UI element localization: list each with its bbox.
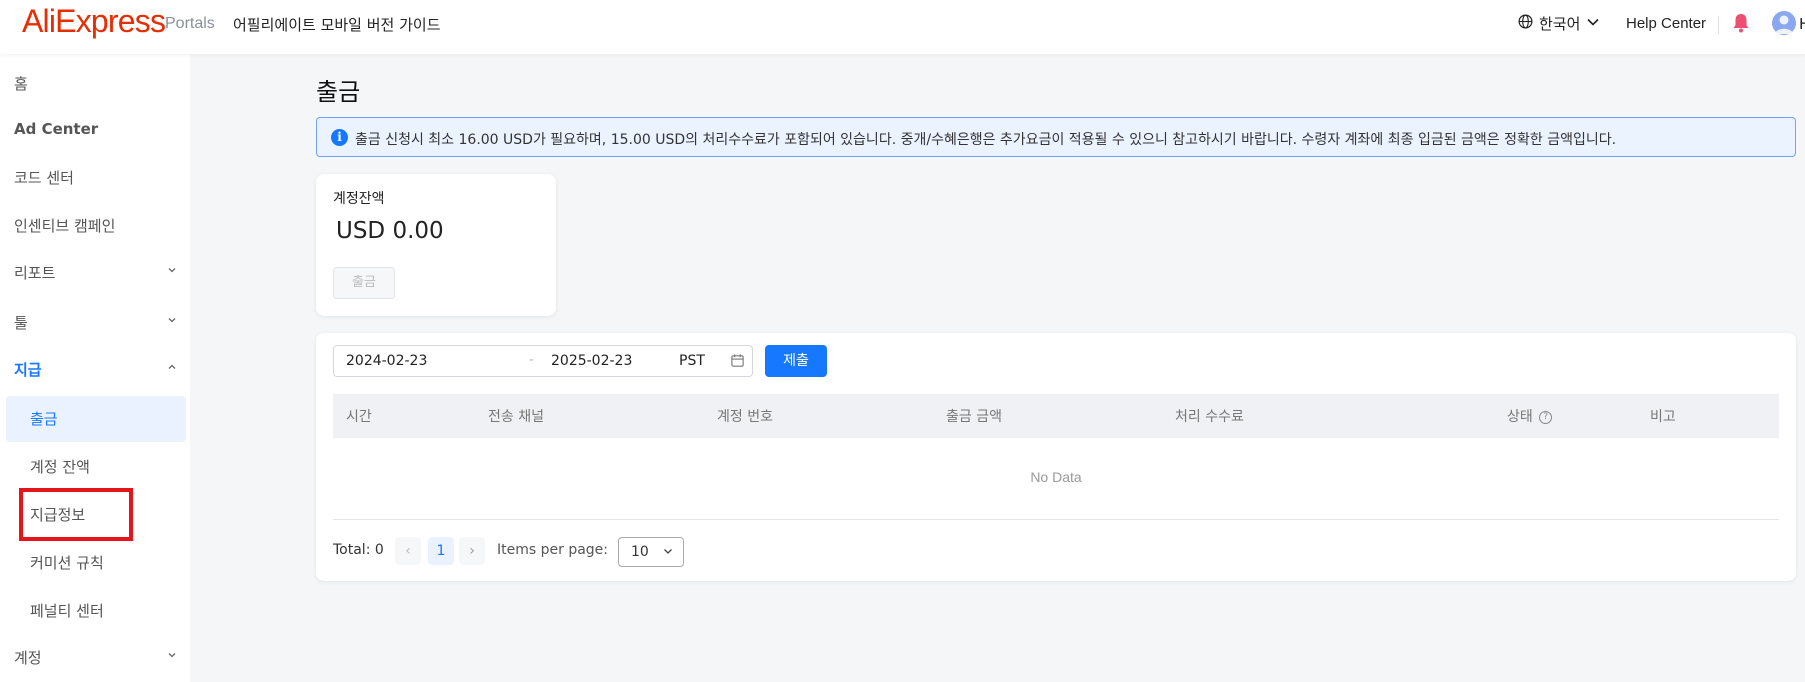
sidebar-item-label: 페널티 센터 <box>30 602 104 620</box>
column-header-status: 상태 ? <box>1507 406 1553 426</box>
sidebar-item-label: 툴 <box>14 314 28 332</box>
page-button-current[interactable]: 1 <box>428 537 454 565</box>
avatar-icon[interactable] <box>1772 11 1796 35</box>
help-center-link[interactable]: Help Center <box>1626 15 1706 32</box>
table-header: 시간 전송 채널 계정 번호 출금 금액 처리 수수료 상태 ? 비고 <box>333 394 1779 438</box>
sidebar-item-tools[interactable]: 툴 <box>0 300 186 346</box>
chevron-down-icon <box>662 545 674 561</box>
sidebar-item-label: 계정 <box>14 649 42 667</box>
highlight-box <box>19 488 133 541</box>
sidebar-item-ad-center[interactable]: Ad Center <box>0 108 186 154</box>
column-header-transfer-channel: 전송 채널 <box>488 409 544 425</box>
sidebar-item-label: 출금 <box>30 410 58 428</box>
sidebar-item-label: 코드 센터 <box>14 169 74 187</box>
balance-amount: USD 0.00 <box>336 218 444 244</box>
total-count: Total: 0 <box>333 542 384 558</box>
sidebar-item-incentive-campaign[interactable]: 인센티브 캠페인 <box>0 203 186 249</box>
sidebar-item-penalty-center[interactable]: 페널티 센터 <box>0 588 186 634</box>
start-date-input[interactable]: 2024-02-23 <box>346 353 427 369</box>
withdraw-button[interactable]: 출금 <box>333 267 395 299</box>
sidebar: 홈 Ad Center 코드 센터 인센티브 캠페인 리포트 툴 지급 출금 계… <box>0 54 190 682</box>
withdrawal-table-card: 2024-02-23 - 2025-02-23 PST 제출 시간 전송 채널 … <box>316 333 1796 581</box>
sidebar-item-label: 계정 잔액 <box>30 458 90 476</box>
mobile-guide-link[interactable]: 어필리에이트 모바일 버전 가이드 <box>233 14 441 35</box>
date-separator: - <box>529 352 535 368</box>
items-per-page-select[interactable]: 10 <box>618 537 684 567</box>
submit-button[interactable]: 제출 <box>765 345 827 377</box>
status-label: 상태 <box>1507 409 1533 425</box>
notice-text: 출금 신청시 최소 16.00 USD가 필요하며, 15.00 USD의 처리… <box>355 132 1617 148</box>
column-header-processing-fee: 처리 수수료 <box>1175 409 1244 425</box>
chevron-down-icon <box>166 312 178 330</box>
bell-icon[interactable] <box>1732 13 1750 37</box>
sidebar-item-account-balance[interactable]: 계정 잔액 <box>0 444 186 490</box>
user-name-initial[interactable]: H <box>1799 15 1805 33</box>
info-icon: i <box>331 129 348 146</box>
sidebar-item-code-center[interactable]: 코드 센터 <box>0 155 186 201</box>
table-divider <box>333 519 1779 520</box>
sidebar-item-report[interactable]: 리포트 <box>0 250 186 296</box>
balance-label: 계정잔액 <box>333 191 385 207</box>
column-header-withdrawal-amount: 출금 금액 <box>946 409 1002 425</box>
next-page-button[interactable]: › <box>459 537 485 565</box>
sidebar-item-home[interactable]: 홈 <box>0 61 186 107</box>
sidebar-item-withdrawal[interactable]: 출금 <box>6 396 186 442</box>
sidebar-item-commission-rules[interactable]: 커미션 규칙 <box>0 540 186 586</box>
sidebar-item-label: 인센티브 캠페인 <box>14 217 116 235</box>
column-header-account-number: 계정 번호 <box>717 409 773 425</box>
sidebar-item-label: 커미션 규칙 <box>30 554 104 572</box>
sidebar-item-label: 리포트 <box>14 264 56 282</box>
prev-page-button[interactable]: ‹ <box>395 537 421 565</box>
chevron-down-icon <box>166 262 178 280</box>
chevron-down-icon <box>166 647 178 665</box>
page-title: 출금 <box>316 78 361 106</box>
end-date-input[interactable]: 2025-02-23 <box>551 353 632 369</box>
items-per-page-value: 10 <box>631 544 649 560</box>
header-divider <box>1718 16 1719 34</box>
sidebar-item-label: Ad Center <box>14 120 99 138</box>
column-header-remarks: 비고 <box>1650 409 1676 425</box>
help-question-icon[interactable]: ? <box>1539 410 1553 424</box>
chevron-up-icon <box>166 359 178 377</box>
empty-state: No Data <box>1030 469 1082 485</box>
calendar-icon[interactable] <box>730 353 745 372</box>
language-selector[interactable]: 한국어 <box>1518 13 1600 34</box>
timezone-label: PST <box>679 353 705 369</box>
aliexpress-logo[interactable]: AliExpress <box>22 3 166 40</box>
sidebar-item-payment[interactable]: 지급 <box>0 347 186 393</box>
date-range-picker[interactable]: 2024-02-23 - 2025-02-23 PST <box>333 345 753 377</box>
items-per-page-label: Items per page: <box>497 542 609 558</box>
notice-banner: i 출금 신청시 최소 16.00 USD가 필요하며, 15.00 USD의 … <box>316 117 1796 157</box>
language-label: 한국어 <box>1539 15 1581 33</box>
balance-card: 계정잔액 USD 0.00 출금 <box>316 174 556 316</box>
sidebar-item-label: 홈 <box>14 75 28 93</box>
sidebar-item-label: 지급 <box>14 361 42 379</box>
top-header: AliExpress Portals 어필리에이트 모바일 버전 가이드 한국어… <box>0 0 1805 54</box>
sidebar-item-account[interactable]: 계정 <box>0 635 186 681</box>
chevron-down-icon <box>1586 15 1600 33</box>
globe-icon <box>1518 14 1533 33</box>
column-header-time: 시간 <box>346 409 372 425</box>
portals-label: Portals <box>165 15 215 32</box>
